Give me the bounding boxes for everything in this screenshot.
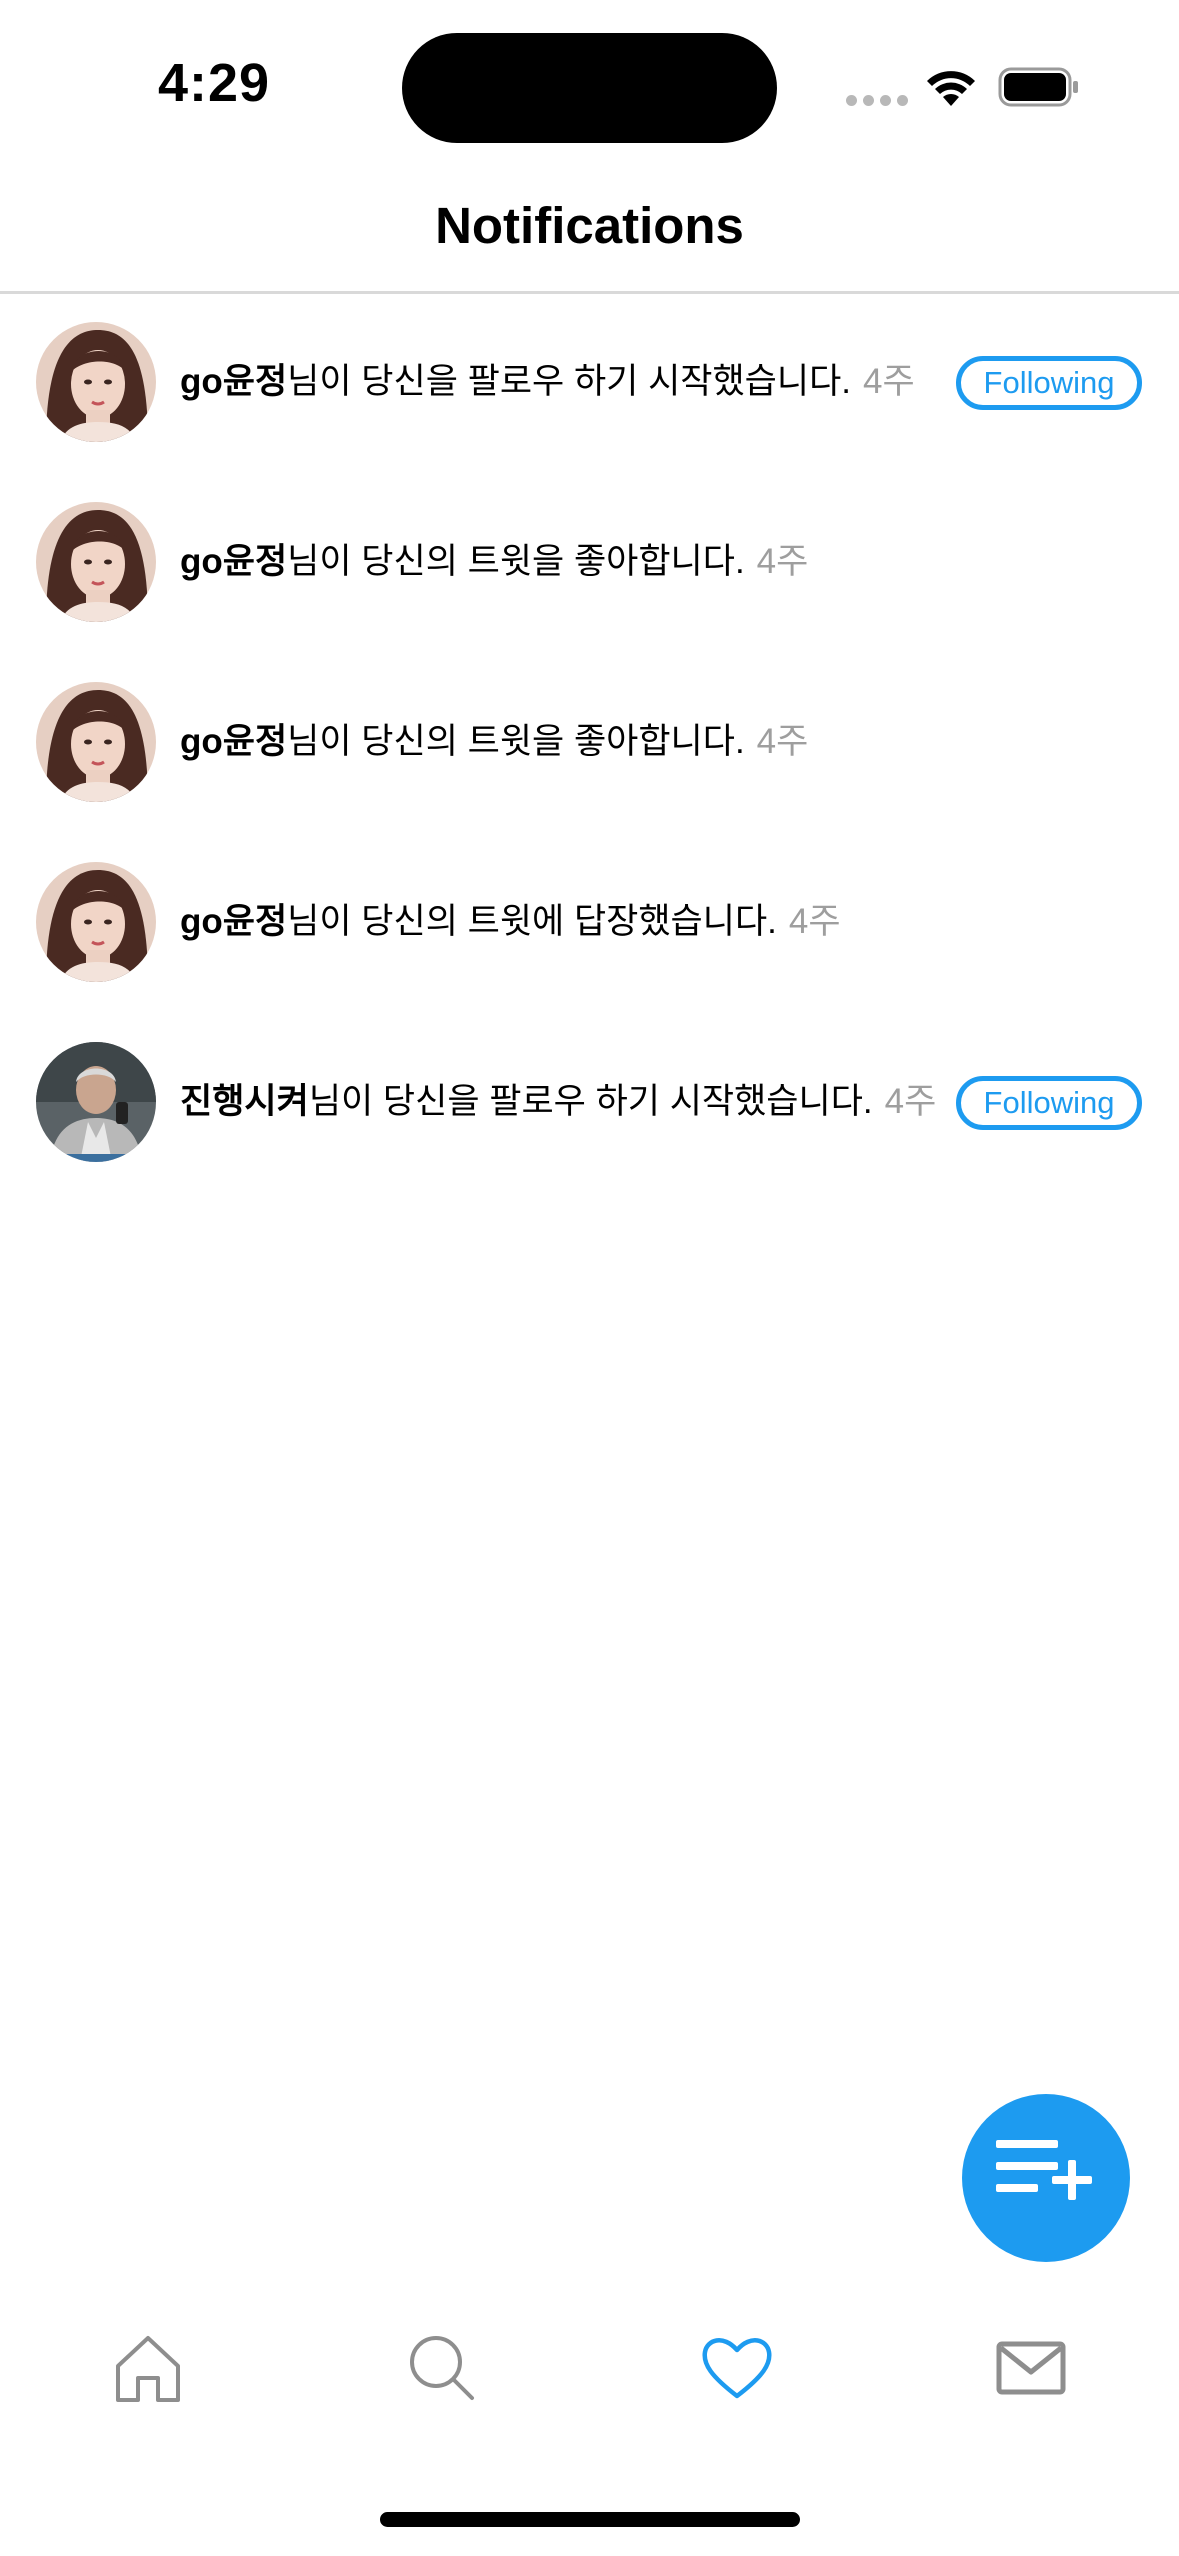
notification-message: 님이 당신의 트윗에 답장했습니다. — [287, 902, 777, 941]
notification-time: 4주 — [884, 1082, 937, 1121]
notification-text: go윤정님이 당신을 팔로우 하기 시작했습니다. 4주 — [180, 357, 915, 407]
mail-icon — [996, 2341, 1066, 2395]
notification-time: 4주 — [863, 362, 915, 401]
user-name[interactable]: go윤정 — [180, 902, 287, 941]
user-name[interactable]: go윤정 — [180, 542, 287, 581]
notification-message: 님이 당신을 팔로우 하기 시작했습니다. — [287, 362, 851, 401]
battery-icon — [998, 67, 1078, 107]
compose-list-plus-icon — [996, 2140, 1092, 2200]
user-name[interactable]: go윤정 — [180, 362, 287, 401]
tab-notifications[interactable] — [697, 2328, 777, 2408]
notification-message: 님이 당신의 트윗을 좋아합니다. — [287, 722, 745, 761]
home-icon — [116, 2336, 180, 2402]
tab-messages[interactable] — [991, 2328, 1071, 2408]
compose-button[interactable] — [962, 2094, 1130, 2262]
avatar[interactable] — [36, 682, 156, 802]
tab-home[interactable] — [108, 2328, 188, 2408]
avatar-man-image — [36, 1042, 156, 1162]
wifi-icon — [927, 71, 975, 106]
notification-row[interactable]: 진행시켜님이 당신을 팔로우 하기 시작했습니다. 4주 Following — [0, 1014, 1179, 1194]
cellular-signal-icon — [846, 95, 908, 106]
status-time: 4:29 — [158, 53, 271, 113]
tab-search[interactable] — [402, 2328, 482, 2408]
avatar-woman-image — [36, 502, 156, 622]
avatar[interactable] — [36, 1042, 156, 1162]
avatar-woman-image — [36, 322, 156, 442]
notification-message: 님이 당신의 트윗을 좋아합니다. — [287, 542, 745, 581]
notification-time: 4주 — [756, 722, 809, 761]
tab-bar — [0, 2310, 1179, 2430]
notification-row[interactable]: go윤정님이 당신의 트윗에 답장했습니다. 4주 — [0, 834, 1179, 1014]
avatar-woman-image — [36, 862, 156, 982]
notification-row[interactable]: go윤정님이 당신의 트윗을 좋아합니다. 4주 — [0, 474, 1179, 654]
notification-row[interactable]: go윤정님이 당신의 트윗을 좋아합니다. 4주 — [0, 654, 1179, 834]
user-name[interactable]: 진행시켜 — [180, 1082, 309, 1121]
search-icon — [410, 2336, 474, 2400]
notification-message: 님이 당신을 팔로우 하기 시작했습니다. — [308, 1082, 873, 1121]
notification-time: 4주 — [756, 542, 809, 581]
heart-icon — [702, 2338, 772, 2399]
page-title: Notifications — [435, 197, 744, 254]
following-button[interactable]: Following — [956, 1076, 1142, 1130]
avatar[interactable] — [36, 502, 156, 622]
avatar-woman-image — [36, 682, 156, 802]
home-indicator — [380, 2512, 800, 2527]
user-name[interactable]: go윤정 — [180, 722, 287, 761]
notification-text: go윤정님이 당신의 트윗을 좋아합니다. 4주 — [180, 717, 808, 767]
status-bar: 4:29 — [0, 0, 1179, 170]
dynamic-island — [402, 33, 777, 143]
following-button[interactable]: Following — [956, 356, 1142, 410]
notification-time: 4주 — [788, 902, 841, 941]
notification-text: go윤정님이 당신의 트윗에 답장했습니다. 4주 — [180, 897, 841, 947]
avatar[interactable] — [36, 322, 156, 442]
notification-text: 진행시켜님이 당신을 팔로우 하기 시작했습니다. 4주 — [180, 1077, 936, 1127]
notification-row[interactable]: go윤정님이 당신을 팔로우 하기 시작했습니다. 4주 Following — [0, 294, 1179, 474]
notification-text: go윤정님이 당신의 트윗을 좋아합니다. 4주 — [180, 537, 808, 587]
avatar[interactable] — [36, 862, 156, 982]
